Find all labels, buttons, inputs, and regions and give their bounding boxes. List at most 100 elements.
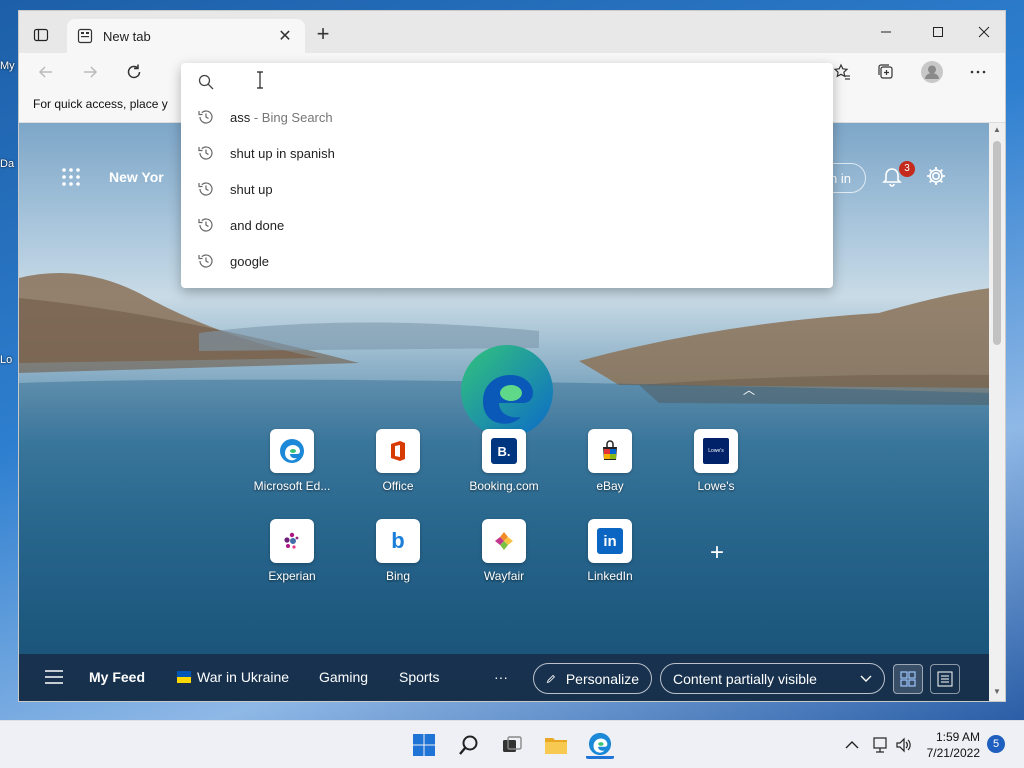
windows-logo-icon	[413, 734, 435, 756]
show-hidden-icons-button[interactable]	[838, 731, 866, 759]
quick-link-bing[interactable]: b Bing	[353, 519, 443, 583]
feed-menu-button[interactable]	[45, 670, 63, 686]
search-button[interactable]	[455, 731, 483, 759]
quick-link-lowes[interactable]: Lowe's Lowe's	[671, 429, 761, 493]
tab-new-tab[interactable]: New tab ✕	[67, 19, 305, 53]
quick-link-booking[interactable]: B. Booking.com	[459, 429, 549, 493]
scroll-up-arrow[interactable]: ▲	[989, 125, 1005, 139]
start-button[interactable]	[410, 731, 438, 759]
new-tab-page-icon	[77, 28, 93, 44]
favorites-star-icon	[833, 63, 850, 80]
task-view-button[interactable]	[498, 731, 526, 759]
app-grid-icon	[62, 168, 80, 186]
title-bar: New tab ✕ +	[19, 11, 1005, 53]
favorites-bar-hint: For quick access, place y	[33, 97, 168, 111]
search-icon	[459, 735, 478, 755]
feed-tab-label: War in Ukraine	[197, 669, 290, 685]
chevron-down-icon	[860, 675, 872, 682]
close-icon	[978, 26, 990, 38]
collections-icon	[878, 64, 893, 79]
profile-button[interactable]	[919, 59, 945, 85]
quick-link-experian[interactable]: Experian	[247, 519, 337, 583]
quick-link-label: Booking.com	[469, 479, 539, 493]
suggestion-item[interactable]: ass - Bing Search	[181, 99, 833, 135]
maximize-button[interactable]	[923, 21, 953, 43]
edge-icon	[270, 429, 314, 473]
forward-button[interactable]	[77, 59, 103, 85]
feed-tab-gaming[interactable]: Gaming	[319, 669, 368, 685]
collections-button[interactable]	[873, 59, 899, 85]
maximize-icon	[933, 27, 943, 37]
task-view-icon	[503, 736, 522, 752]
minimize-button[interactable]	[871, 21, 901, 43]
tab-actions-icon	[33, 28, 49, 42]
add-shortcut-button[interactable]: +	[705, 539, 729, 567]
feed-tab-sports[interactable]: Sports	[399, 669, 439, 685]
new-tab-button[interactable]: +	[311, 23, 335, 47]
personalize-button[interactable]: Personalize	[533, 663, 652, 694]
suggestion-item[interactable]: shut up in spanish	[181, 135, 833, 171]
page-settings-button[interactable]	[925, 165, 949, 189]
more-horizontal-icon	[970, 70, 986, 74]
bing-icon: b	[376, 519, 420, 563]
quick-link-microsoft-edge[interactable]: Microsoft Ed...	[247, 429, 337, 493]
quick-link-office[interactable]: Office	[353, 429, 443, 493]
page-scrollbar[interactable]: ▲ ▼	[989, 123, 1005, 701]
history-icon	[198, 254, 213, 268]
list-layout-icon	[937, 671, 953, 687]
quick-link-linkedin[interactable]: in LinkedIn	[565, 519, 655, 583]
volume-button[interactable]	[890, 731, 918, 759]
back-button[interactable]	[33, 59, 59, 85]
apps-launcher-button[interactable]	[61, 167, 81, 187]
content-visibility-dropdown[interactable]: Content partially visible	[660, 663, 885, 694]
feed-tab-my-feed[interactable]: My Feed	[89, 669, 145, 685]
desktop-icon-label[interactable]: Lo	[0, 354, 12, 366]
suggestion-text: ass	[230, 109, 251, 125]
address-bar-input[interactable]	[181, 63, 833, 99]
close-tab-button[interactable]: ✕	[275, 26, 295, 46]
close-window-button[interactable]	[969, 21, 999, 43]
quick-link-label: Wayfair	[483, 569, 525, 583]
suggestion-text: and done	[230, 217, 285, 233]
quick-link-wayfair[interactable]: Wayfair	[459, 519, 549, 583]
linkedin-icon: in	[588, 519, 632, 563]
history-icon	[198, 110, 213, 124]
suggestion-item[interactable]: and done	[181, 207, 833, 243]
tab-actions-button[interactable]	[27, 21, 55, 49]
suggestion-item[interactable]: shut up	[181, 171, 833, 207]
weather-location[interactable]: New Yor	[109, 169, 164, 185]
file-explorer-button[interactable]	[542, 731, 570, 759]
desktop-icon-label[interactable]: My	[0, 60, 15, 72]
grid-layout-icon	[900, 671, 916, 687]
suggestion-source: - Bing Search	[250, 109, 333, 125]
edge-logo	[461, 345, 553, 437]
clock-date: 7/21/2022	[926, 746, 980, 760]
folder-icon	[545, 738, 567, 754]
gear-icon	[927, 167, 945, 185]
address-bar-dropdown: ass - Bing Search shut up in spanish shu…	[181, 63, 833, 288]
notification-center-badge[interactable]: 5	[987, 735, 1005, 753]
collapse-links-chevron[interactable]: ︿	[743, 381, 755, 398]
quick-link-label: eBay	[596, 479, 624, 493]
grid-layout-button[interactable]	[893, 664, 923, 694]
refresh-icon	[127, 64, 141, 79]
wayfair-icon	[482, 519, 526, 563]
scroll-down-arrow[interactable]: ▼	[989, 687, 1005, 701]
clock[interactable]: 1:59 AM 7/21/2022	[918, 729, 980, 761]
experian-icon	[270, 519, 314, 563]
edge-taskbar-button[interactable]	[586, 731, 614, 759]
feed-more-button[interactable]: ···	[494, 669, 508, 685]
settings-and-more-button[interactable]	[965, 59, 991, 85]
scroll-thumb[interactable]	[993, 141, 1001, 345]
quick-link-label: Bing	[385, 569, 411, 583]
refresh-button[interactable]	[121, 59, 147, 85]
suggestion-item[interactable]: google	[181, 243, 833, 279]
feed-tab-war-in-ukraine[interactable]: War in Ukraine	[177, 669, 289, 685]
desktop-icon-label[interactable]: Da	[0, 158, 14, 170]
booking-icon: B.	[482, 429, 526, 473]
quick-link-label: Lowe's	[697, 479, 735, 493]
quick-link-label: Microsoft Ed...	[253, 479, 331, 493]
list-layout-button[interactable]	[930, 664, 960, 694]
tab-title: New tab	[103, 28, 151, 44]
quick-link-ebay[interactable]: eBay	[565, 429, 655, 493]
